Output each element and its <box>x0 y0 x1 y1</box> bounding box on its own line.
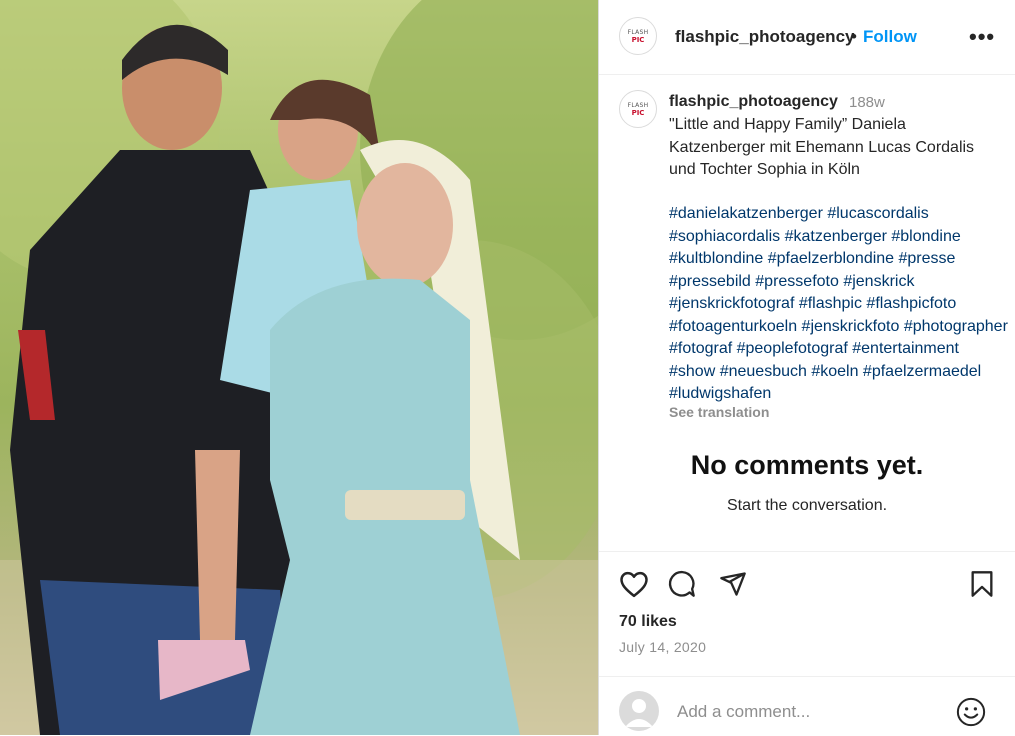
author-username[interactable]: flashpic_photoagency <box>675 27 854 47</box>
family-photo-illustration <box>0 0 598 735</box>
see-translation-link[interactable]: See translation <box>669 404 769 420</box>
avatar-logo-brand: PIC <box>631 35 645 44</box>
caption-time-ago[interactable]: 188w <box>849 94 885 111</box>
heart-icon[interactable] <box>619 570 649 603</box>
post-photo[interactable] <box>0 0 598 735</box>
no-comments-subtitle: Start the conversation. <box>726 497 888 514</box>
avatar-logo-line2: PIC <box>632 36 645 44</box>
send-icon[interactable] <box>718 570 748 603</box>
current-user-avatar[interactable] <box>619 691 659 731</box>
caption-avatar-logo-line1: FLASH <box>627 101 649 109</box>
comment-box <box>599 676 1015 736</box>
caption-text: "Little and Happy Family” Daniela Katzen… <box>669 116 975 178</box>
like-count[interactable]: 70 likes <box>619 613 677 631</box>
post-header: FLASH PIC flashpic_photoagency • Follow … <box>599 0 1015 75</box>
post-dialog: FLASH PIC flashpic_photoagency • Follow … <box>0 0 1015 735</box>
caption-hashtags[interactable]: #danielakatzenberger #lucascordalis #sop… <box>669 203 1009 406</box>
post-actions: 70 likes July 14, 2020 <box>599 551 1015 672</box>
avatar-logo-line1: FLASH <box>627 28 649 36</box>
caption-author-avatar[interactable]: FLASH PIC <box>619 90 657 128</box>
no-comments-title: No comments yet. <box>690 450 924 480</box>
emoji-icon[interactable] <box>956 697 986 732</box>
caption-username[interactable]: flashpic_photoagency <box>669 93 838 111</box>
author-avatar[interactable]: FLASH PIC <box>619 17 657 55</box>
comment-input[interactable] <box>675 699 949 725</box>
post-date[interactable]: July 14, 2020 <box>619 639 706 655</box>
more-options-icon[interactable]: ••• <box>969 24 995 50</box>
follow-button[interactable]: Follow <box>863 27 917 47</box>
caption-avatar-logo-line2: PIC <box>632 109 645 117</box>
post-side-panel: FLASH PIC flashpic_photoagency • Follow … <box>598 0 1015 735</box>
header-separator: • <box>851 27 857 46</box>
bookmark-icon[interactable] <box>970 570 994 603</box>
caption-avatar-logo-brand: PIC <box>631 108 645 117</box>
comment-icon[interactable] <box>667 570 697 603</box>
